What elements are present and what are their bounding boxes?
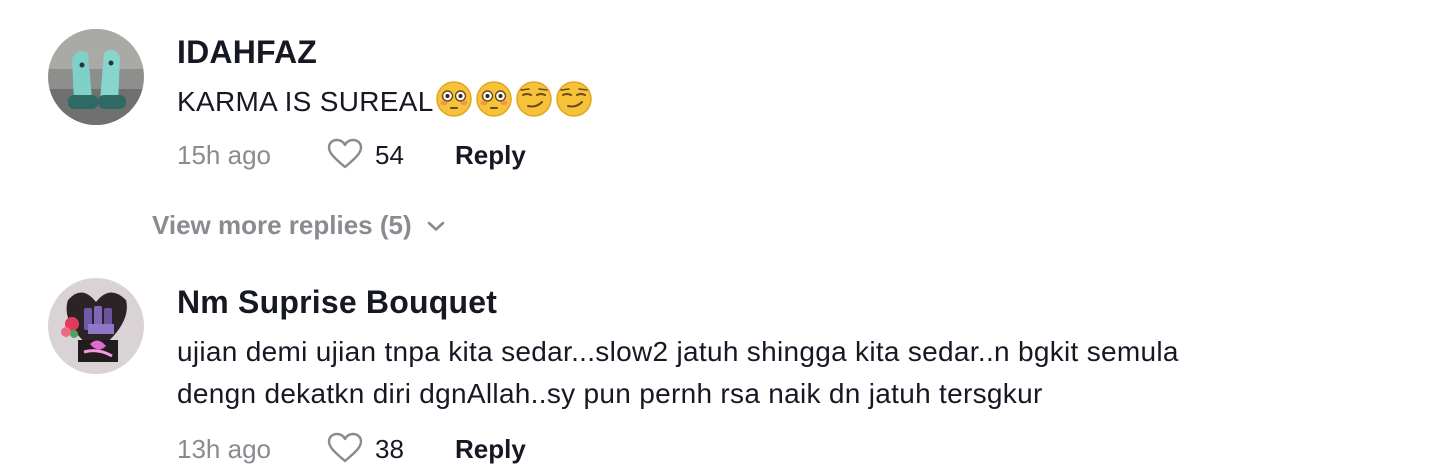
like-count: 54 xyxy=(375,140,404,170)
comment-timestamp: 13h ago xyxy=(177,434,271,464)
like-button[interactable]: 38 xyxy=(327,428,404,468)
heart-icon xyxy=(327,138,363,169)
flushed-face-icon xyxy=(435,81,472,117)
heart-icon xyxy=(327,432,363,463)
comment-text-line: dengn dekatkn diri dgnAllah..sy pun pern… xyxy=(177,378,1043,409)
like-button[interactable]: 54 xyxy=(327,134,404,174)
smirking-face-icon xyxy=(515,81,552,117)
comment-meta: 13h ago 38 Reply xyxy=(177,428,597,468)
reply-button[interactable]: Reply xyxy=(455,434,526,465)
flushed-face-icon xyxy=(475,81,512,117)
comment-text-content: KARMA IS SUREAL xyxy=(177,86,434,117)
chevron-down-icon xyxy=(427,221,444,231)
comment-text: KARMA IS SUREAL xyxy=(177,80,593,123)
comment-username[interactable]: IDAHFAZ xyxy=(177,34,317,71)
comment-text-line: ujian demi ujian tnpa kita sedar...slow2… xyxy=(177,336,1179,367)
comment-timestamp: 15h ago xyxy=(177,140,271,170)
comment-username[interactable]: Nm Suprise Bouquet xyxy=(177,284,497,321)
avatar[interactable] xyxy=(48,278,144,374)
reply-button[interactable]: Reply xyxy=(455,140,526,171)
smirking-face-icon xyxy=(555,81,592,117)
view-more-replies-button[interactable]: View more replies (5) xyxy=(152,210,446,241)
emoji-group xyxy=(435,80,593,118)
comment-text: ujian demi ujian tnpa kita sedar...slow2… xyxy=(177,331,1179,415)
like-count: 38 xyxy=(375,434,404,464)
view-more-replies-label: View more replies (5) xyxy=(152,210,412,240)
comment-meta: 15h ago 54 Reply xyxy=(177,134,597,174)
avatar[interactable] xyxy=(48,29,144,125)
